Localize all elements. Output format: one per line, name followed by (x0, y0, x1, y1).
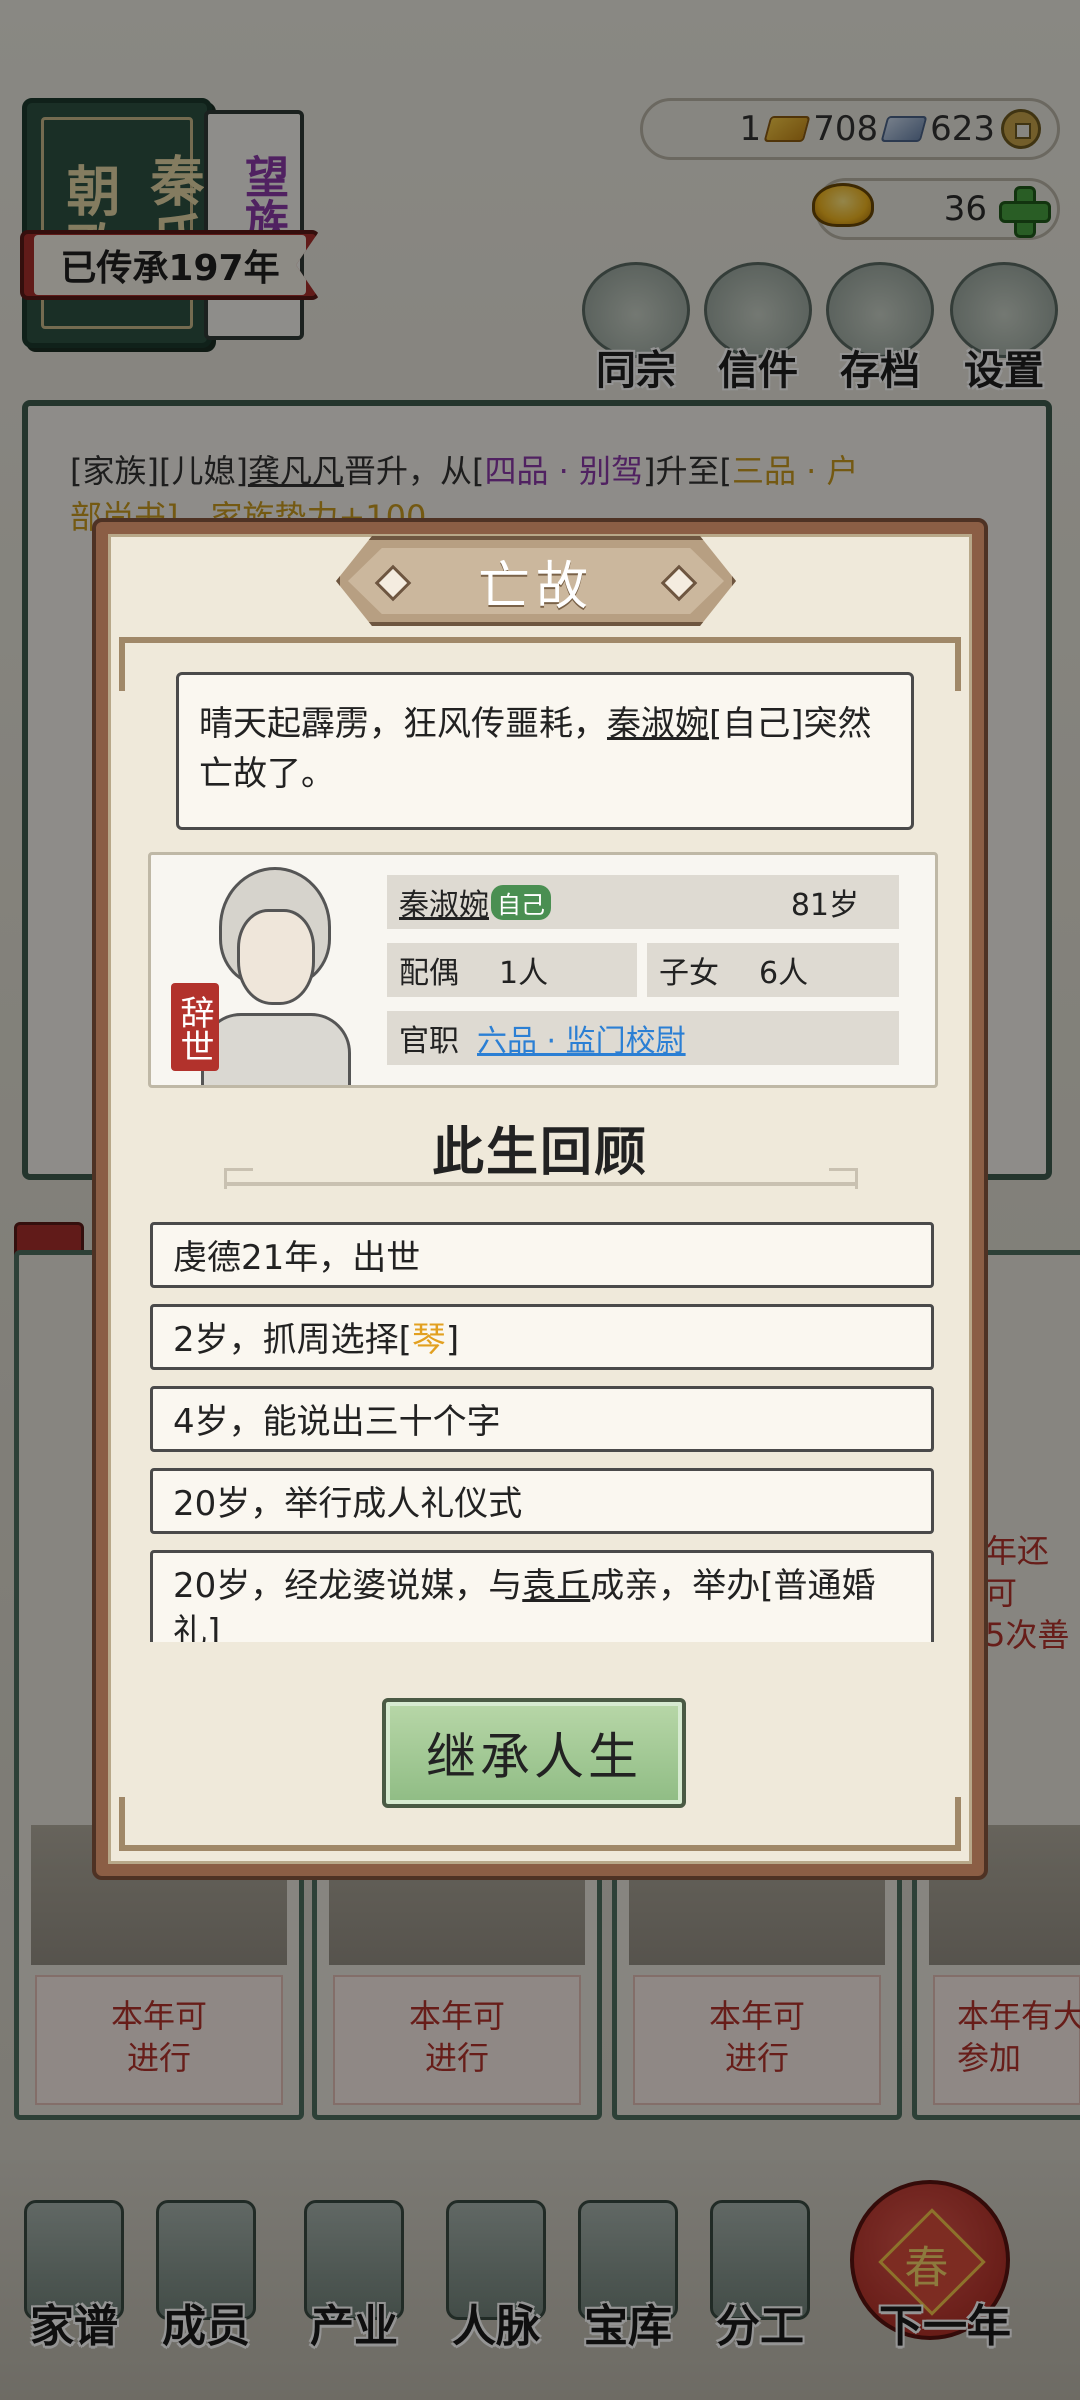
deceased-name-link[interactable]: 秦淑婉 (607, 704, 709, 744)
inherit-life-button[interactable]: 继承人生 (382, 1698, 686, 1808)
office-row: 官职 六品 · 监门校尉 (387, 1011, 899, 1065)
profile-name[interactable]: 秦淑婉 (399, 880, 489, 924)
dialog-title-plaque: 亡故 (336, 536, 736, 626)
death-dialog: 亡故 晴天起霹雳，狂风传噩耗，秦淑婉[自己]突然亡故了。 辞世 秦淑婉 自己 8… (92, 518, 988, 1880)
office-link[interactable]: 六品 · 监门校尉 (477, 1016, 686, 1060)
timeline-event: 2岁，抓周选择[琴] (150, 1304, 934, 1370)
timeline-event: 虔德21年，出世 (150, 1222, 934, 1288)
deceased-seal: 辞世 (171, 983, 219, 1071)
corner-ornament (119, 1797, 219, 1851)
portrait[interactable]: 辞世 (167, 863, 381, 1085)
timeline-event: 20岁，举行成人礼仪式 (150, 1468, 934, 1534)
life-timeline[interactable]: 虔德21年，出世 2岁，抓周选择[琴] 4岁，能说出三十个字 20岁，举行成人礼… (150, 1222, 934, 1642)
title-divider (224, 1168, 858, 1189)
corner-ornament (861, 1797, 961, 1851)
profile-card: 辞世 秦淑婉 自己 81岁 配偶 1人 子女 6人 官职 六品 · 监门校尉 (148, 852, 938, 1088)
self-badge: 自己 (491, 884, 551, 920)
spouse-row[interactable]: 配偶 1人 (387, 943, 637, 997)
dialog-title: 亡故 (477, 556, 594, 617)
name-row: 秦淑婉 自己 81岁 (387, 875, 899, 929)
timeline-event: 20岁，经龙婆说媒，与袁丘成亲，举办[普通婚礼] (150, 1550, 934, 1642)
age-value: 81岁 (790, 888, 859, 923)
spouse-name-link[interactable]: 袁丘 (522, 1566, 590, 1606)
children-row[interactable]: 子女 6人 (647, 943, 899, 997)
timeline-event: 4岁，能说出三十个字 (150, 1386, 934, 1452)
death-message: 晴天起霹雳，狂风传噩耗，秦淑婉[自己]突然亡故了。 (176, 672, 914, 830)
